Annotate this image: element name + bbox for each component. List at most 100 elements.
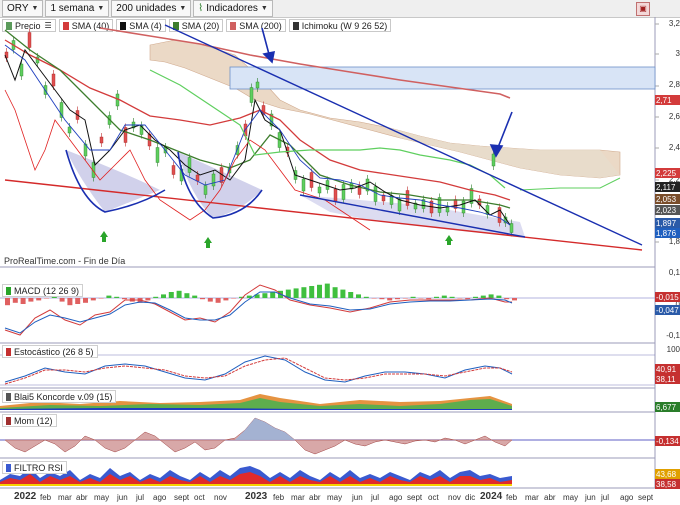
macd-histogram-bar — [488, 294, 494, 298]
macd-histogram-bar — [512, 298, 517, 301]
macd-label[interactable]: MACD (12 26 9) — [2, 284, 84, 297]
price-tag: 38,11 — [655, 374, 680, 384]
macd-histogram-bar — [75, 298, 81, 304]
macd-histogram-bar — [184, 293, 190, 298]
macd-histogram-bar — [363, 296, 369, 298]
price-chart[interactable] — [0, 0, 680, 505]
month-label: ago — [389, 493, 403, 502]
price-tag: 40,91 — [655, 364, 680, 374]
candle — [203, 185, 208, 195]
macd-histogram-bar — [340, 289, 346, 298]
month-label: feb — [506, 493, 518, 502]
candle — [211, 173, 216, 187]
macd-histogram-bar — [410, 296, 416, 298]
macd-histogram-bar — [379, 298, 385, 300]
year-label: 2023 — [245, 491, 268, 502]
month-label: feb — [273, 493, 285, 502]
stoch-d-line — [4, 357, 513, 385]
macd-histogram-bar — [270, 292, 276, 298]
ichimoku-senkou-b-line — [519, 177, 621, 191]
month-label: may — [327, 493, 343, 502]
macd-histogram-bar — [309, 286, 315, 298]
macd-histogram-bar — [153, 296, 159, 298]
price-tag: 38,58 — [655, 479, 680, 489]
watermark: ProRealTime.com - Fin de Día — [4, 256, 126, 266]
month-label: nov — [448, 493, 461, 502]
rsi-filter-area — [0, 466, 512, 486]
candle — [249, 87, 254, 103]
price-candles — [4, 28, 514, 237]
macd-histogram-bar — [426, 298, 432, 300]
macd-histogram-bar — [387, 298, 393, 301]
macd-histogram-bar — [317, 284, 322, 298]
macd-histogram-bar — [301, 287, 307, 298]
macd-histogram-bar — [348, 292, 354, 298]
candle — [509, 223, 514, 233]
candle — [19, 63, 24, 77]
macd-histogram-bar — [20, 298, 26, 304]
month-label: sept — [174, 493, 190, 502]
axis-label: -0,1 — [666, 331, 680, 340]
stoch-k-line — [4, 355, 513, 383]
candle — [405, 190, 410, 206]
price-tag: 43,68 — [655, 469, 680, 479]
axis-label: 0,1 — [668, 268, 680, 277]
macd-histogram-bar — [473, 296, 478, 298]
macd-histogram-bar — [168, 292, 174, 298]
macd-histogram-bar — [371, 298, 377, 299]
candle — [373, 186, 378, 202]
macd-histogram-bar — [59, 298, 65, 302]
price-tag: 1,897 — [655, 218, 680, 228]
macd-histogram-bar — [67, 298, 73, 306]
stoch-label[interactable]: Estocástico (26 8 5) — [2, 345, 98, 358]
price-tag: 2,225 — [655, 168, 680, 178]
macd-histogram-bar — [293, 288, 299, 298]
macd-histogram-bar — [98, 298, 104, 299]
price-tag: 2,71 — [655, 95, 680, 105]
annotation-arrows — [261, 27, 513, 158]
macd-histogram-bar — [192, 295, 198, 298]
month-label: abr — [309, 493, 321, 502]
axis-label: 100 — [666, 345, 680, 354]
macd-histogram-bar — [465, 298, 471, 300]
macd-histogram-bar — [223, 298, 229, 301]
macd-histogram-bar — [418, 298, 424, 299]
macd-histogram-bar — [44, 298, 49, 299]
month-label: jun — [117, 493, 128, 502]
blai-label[interactable]: Blai5 Koncorde v.09 (15) — [2, 390, 117, 403]
month-label: sept — [638, 493, 654, 502]
macd-histogram-bar — [36, 298, 42, 301]
macd-histogram-bar — [90, 298, 96, 301]
candle — [187, 157, 192, 173]
mom-label[interactable]: Mom (12) — [2, 414, 57, 427]
macd-histogram-bar — [83, 298, 88, 303]
macd-histogram-bar — [457, 298, 463, 299]
macd-histogram-bar — [231, 298, 237, 299]
macd-histogram-bar — [480, 295, 486, 298]
macd-histogram-bar — [332, 287, 338, 298]
axis-label: 2,8 — [668, 80, 680, 89]
month-label: jul — [601, 493, 610, 502]
month-label: feb — [40, 493, 52, 502]
month-label: oct — [428, 493, 439, 502]
candle — [171, 165, 176, 175]
year-label: 2024 — [480, 491, 503, 502]
macd-label-text: MACD (12 26 9) — [14, 285, 80, 296]
macd-histogram-bar — [496, 295, 502, 298]
macd-histogram-bar — [12, 298, 18, 303]
ichimoku-cloud-lower — [390, 128, 620, 178]
price-tag: 2,117 — [655, 182, 680, 192]
price-tag: -0,047 — [655, 305, 680, 315]
axis-label: 2,6 — [668, 112, 680, 121]
candle — [255, 81, 260, 89]
rsi-label[interactable]: FILTRO RSI — [2, 461, 67, 474]
chart-window: ORY ▼ 1 semana ▼ 200 unidades ▼ ⌇ Indica… — [0, 0, 680, 505]
candle — [27, 32, 32, 48]
axis-label: 1,8 — [668, 237, 680, 246]
line-icon — [6, 347, 11, 356]
candle — [99, 136, 104, 144]
month-label: may — [563, 493, 579, 502]
candle — [397, 198, 402, 212]
month-label: ago — [153, 493, 167, 502]
macd-histogram-bar — [356, 294, 361, 298]
